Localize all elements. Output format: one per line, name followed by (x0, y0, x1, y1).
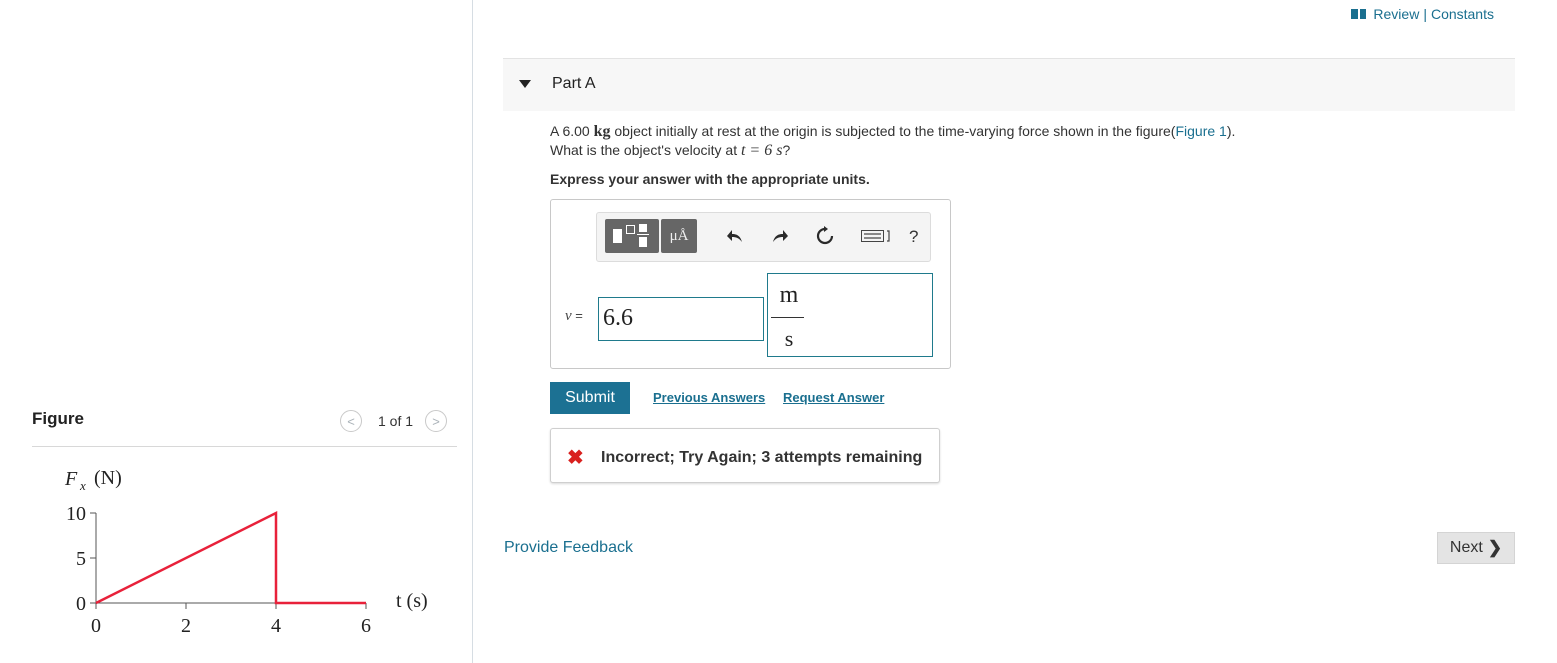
book-icon (1351, 9, 1367, 19)
question-line-2: What is the object's velocity at t = 6 s… (550, 142, 791, 159)
incorrect-x-icon: ✖ (567, 447, 584, 469)
next-label: Next (1449, 539, 1483, 556)
force-series-line (95, 510, 366, 605)
review-link[interactable]: Review (1373, 6, 1419, 22)
value-input[interactable]: 6.6 (598, 297, 764, 341)
force-time-chart: F x (N) 0 2 4 6 0 5 10 t (s) (64, 467, 428, 637)
answer-box: μÅ ? v = 6.6 m s (550, 199, 951, 369)
help-button[interactable]: ? (909, 227, 918, 247)
chart-ticks: 0 2 4 6 0 5 10 (66, 503, 371, 637)
part-a-header[interactable]: Part A (503, 58, 1515, 111)
caret-down-icon[interactable] (519, 80, 531, 88)
units-input[interactable]: m s (767, 273, 933, 357)
unit-numerator: m (779, 282, 799, 308)
figure-divider (32, 446, 457, 447)
y-tick-label: 0 (76, 593, 86, 615)
figure-pager: < 1 of 1 > (340, 410, 448, 432)
variable-label: v = (565, 308, 583, 324)
review-constants: Review | Constants (1351, 6, 1494, 22)
fraction-bar (771, 317, 804, 318)
x-tick-label: 4 (271, 615, 281, 637)
instructions: Express your answer with the appropriate… (550, 171, 870, 187)
feedback-message-box: ✖ Incorrect; Try Again; 3 attempts remai… (550, 428, 940, 483)
reset-icon[interactable] (814, 225, 836, 247)
figure-pane: Figure < 1 of 1 > F x (N) 0 2 4 6 0 5 10 t (s) (0, 0, 473, 663)
feedback-text: Incorrect; Try Again; 3 attempts remaini… (601, 449, 923, 466)
request-answer-link[interactable]: Request Answer (783, 390, 884, 405)
pager-prev-button[interactable]: < (340, 410, 362, 432)
x-tick-label: 0 (91, 615, 101, 637)
y-tick-label: 10 (66, 503, 86, 525)
chevron-right-icon: ❯ (1487, 538, 1503, 557)
figure-title: Figure (32, 409, 84, 428)
constants-link[interactable]: Constants (1431, 6, 1494, 22)
question-text: A 6.00 kg object initially at rest at th… (550, 122, 1235, 160)
part-title: Part A (552, 75, 596, 92)
keyboard-icon[interactable] (859, 225, 893, 247)
x-tick-label: 2 (181, 615, 191, 637)
chart-axes (95, 513, 366, 604)
submit-button[interactable]: Submit (550, 382, 630, 414)
pager-next-button[interactable]: > (425, 410, 448, 432)
y-tick-label: 5 (76, 548, 86, 570)
x-axis-label: t (s) (396, 590, 428, 612)
next-button[interactable]: Next ❯ (1437, 532, 1515, 564)
y-axis-unit: (N) (94, 467, 122, 489)
redo-icon[interactable] (769, 225, 791, 247)
header-separator: | (1423, 6, 1427, 22)
provide-feedback-link[interactable]: Provide Feedback (504, 539, 633, 557)
x-tick-label: 6 (361, 615, 371, 637)
math-toolbar: μÅ ? (596, 212, 931, 262)
templates-icon[interactable] (605, 219, 659, 253)
unit-kg: kg (593, 123, 611, 140)
pager-count: 1 of 1 (378, 413, 414, 429)
time-expression: t = 6 s (740, 142, 783, 159)
figure-link[interactable]: Figure 1 (1175, 123, 1226, 139)
question-line-1: A 6.00 kg object initially at rest at th… (550, 123, 1236, 140)
y-axis-symbol: F (64, 468, 78, 490)
undo-icon[interactable] (724, 225, 746, 247)
y-axis-subscript: x (79, 478, 86, 493)
units-symbols-button[interactable]: μÅ (661, 219, 697, 253)
previous-answers-link[interactable]: Previous Answers (653, 390, 765, 405)
unit-denominator: s (784, 326, 794, 351)
